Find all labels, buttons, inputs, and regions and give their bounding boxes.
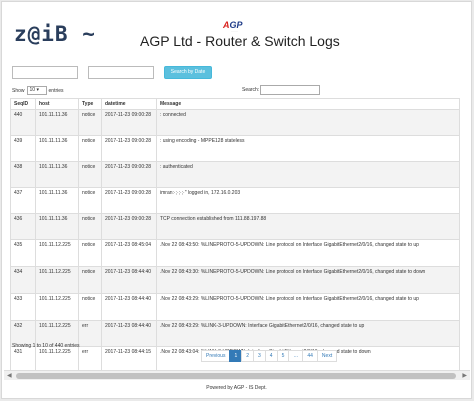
footer: Powered by AGP - IS Dept. — [206, 385, 267, 391]
cell-type: notice — [78, 239, 102, 268]
cell-seqid: 431 — [10, 346, 36, 374]
cell-type: notice — [78, 213, 102, 241]
cell-type: notice — [78, 266, 102, 295]
scrollbar-thumb[interactable] — [16, 373, 456, 379]
table-row: 440 101.11.11.36 notice 2017-11-23 09:00:28… — [10, 109, 460, 137]
col-host[interactable]: host — [35, 97, 79, 111]
cell-type: notice — [78, 109, 102, 137]
cell-message: imran:·;·;·;·" logged in, 172.16.0.203 — [156, 187, 460, 215]
col-seqid[interactable]: SeqID — [10, 97, 36, 111]
pagination-page[interactable]: 44 — [302, 350, 318, 362]
table-row: 434 101.11.12.225 notice 2017-11-23 08:44:4… — [10, 266, 460, 295]
cell-type: notice — [78, 293, 102, 322]
cell-message: .Nov 22 08:43:29: %LINK-3-UPDOWN: Interf… — [156, 320, 460, 348]
cell-datetime: 2017-11-23 08:44:15 — [101, 346, 157, 374]
col-type[interactable]: Type — [78, 97, 102, 111]
table-row: 436 101.11.11.36 notice 2017-11-23 09:00:28… — [10, 213, 460, 241]
cell-message: : authenticated — [156, 161, 460, 189]
page-title: AGP Ltd - Router & Switch Logs — [140, 33, 340, 49]
cell-host: 101.11.12.225 — [35, 293, 79, 322]
scroll-right-icon[interactable]: ▶ — [462, 372, 467, 380]
cell-datetime: 2017-11-23 09:00:28 — [101, 135, 157, 163]
logs-table: SeqID host Type datetime Message 440 101.… — [10, 97, 460, 374]
cell-seqid: 438 — [10, 161, 36, 189]
cell-datetime: 2017-11-23 09:00:28 — [101, 109, 157, 137]
cell-seqid: 439 — [10, 135, 36, 163]
pagination-previous[interactable]: Previous — [201, 350, 231, 362]
cell-host: 101.11.11.36 — [35, 109, 79, 137]
cell-type: err — [78, 346, 102, 374]
show-label: Show — [12, 87, 25, 94]
cell-message: : using encoding - MPPE128 stateless — [156, 135, 460, 163]
length-control: Show 10 ▾ entries — [12, 86, 64, 96]
cell-host: 101.11.11.36 — [35, 135, 79, 163]
cell-type: notice — [78, 187, 102, 215]
col-message[interactable]: Message — [156, 97, 460, 111]
pagination-next[interactable]: Next — [316, 350, 338, 362]
cell-seqid: 434 — [10, 266, 36, 295]
cell-message: .Nov 22 08:43:29: %LINEPROTO-5-UPDOWN: L… — [156, 293, 460, 322]
cell-datetime: 2017-11-23 08:44:40 — [101, 293, 157, 322]
cell-type: notice — [78, 161, 102, 189]
cell-datetime: 2017-11-23 08:44:40 — [101, 266, 157, 295]
cell-type: notice — [78, 135, 102, 163]
search-label: Search: — [242, 87, 260, 93]
cell-datetime: 2017-11-23 08:44:40 — [101, 320, 157, 348]
table-row: 435 101.11.12.225 notice 2017-11-23 08:45:0… — [10, 239, 460, 268]
cell-seqid: 440 — [10, 109, 36, 137]
cell-datetime: 2017-11-23 09:00:28 — [101, 213, 157, 241]
search-by-date-button[interactable]: Search by Date — [164, 66, 212, 79]
cell-seqid: 435 — [10, 239, 36, 268]
pagination-ellipsis: … — [288, 350, 304, 362]
cell-host: 101.11.11.36 — [35, 213, 79, 241]
pagination: Previous 1 2 3 4 5 … 44 Next — [201, 350, 338, 362]
table-row: 438 101.11.11.36 notice 2017-11-23 09:00:28… — [10, 161, 460, 189]
cell-host: 101.11.11.36 — [35, 161, 79, 189]
cell-host: 101.11.11.36 — [35, 187, 79, 215]
table-row: 433 101.11.12.225 notice 2017-11-23 08:44:4… — [10, 293, 460, 322]
cell-seqid: 436 — [10, 213, 36, 241]
cell-datetime: 2017-11-23 09:00:28 — [101, 161, 157, 189]
table-row: 437 101.11.11.36 notice 2017-11-23 09:00:28… — [10, 187, 460, 215]
brand-logo: z@iB ~ — [14, 22, 96, 46]
date-to-input[interactable] — [88, 66, 154, 79]
page: z@iB ~ AGP ······· AGP Ltd - Router & Sw… — [1, 1, 472, 399]
cell-seqid: 433 — [10, 293, 36, 322]
cell-seqid: 437 — [10, 187, 36, 215]
cell-message: .Nov 22 08:43:50: %LINEPROTO-5-UPDOWN: L… — [156, 239, 460, 268]
col-datetime[interactable]: datetime — [101, 97, 157, 111]
cell-datetime: 2017-11-23 09:00:28 — [101, 187, 157, 215]
date-from-input[interactable] — [12, 66, 78, 79]
entries-label: entries — [48, 87, 64, 94]
table-row: 439 101.11.11.36 notice 2017-11-23 09:00:28… — [10, 135, 460, 163]
cell-host: 101.11.12.225 — [35, 346, 79, 374]
search-input[interactable] — [260, 85, 320, 95]
scroll-left-icon[interactable]: ◀ — [7, 372, 12, 380]
horizontal-scrollbar[interactable]: ◀ ▶ — [4, 370, 470, 380]
cell-message: TCP connection established from 111.88.1… — [156, 213, 460, 241]
cell-type: err — [78, 320, 102, 348]
cell-host: 101.11.12.225 — [35, 239, 79, 268]
table-header-row: SeqID host Type datetime Message — [10, 97, 460, 111]
cell-host: 101.11.12.225 — [35, 266, 79, 295]
cell-message: .Nov 22 08:43:30: %LINEPROTO-5-UPDOWN: L… — [156, 266, 460, 295]
page-length-select[interactable]: 10 ▾ — [26, 86, 47, 95]
cell-message: : connected — [156, 109, 460, 137]
table-info: Showing 1 to 10 of 440 entries — [12, 343, 80, 349]
cell-datetime: 2017-11-23 08:45:04 — [101, 239, 157, 268]
header: z@iB ~ AGP ······· AGP Ltd - Router & Sw… — [2, 2, 471, 58]
